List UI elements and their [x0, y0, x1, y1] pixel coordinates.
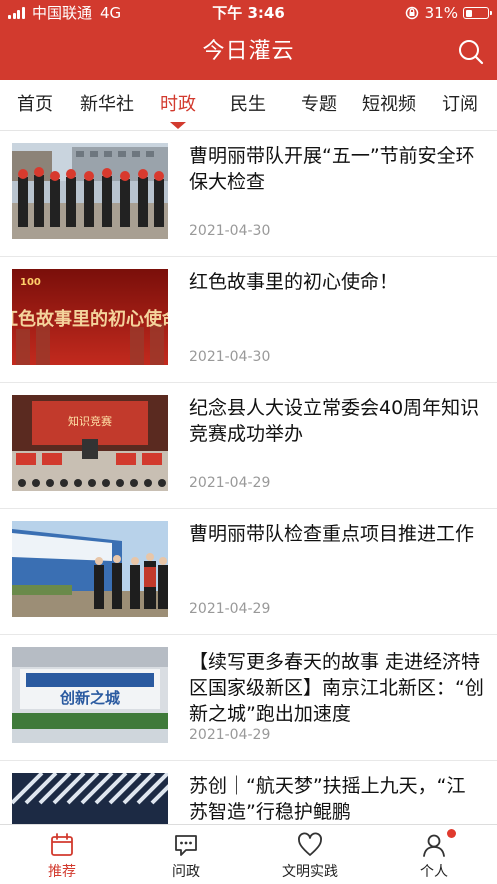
nav-label: 推荐	[48, 864, 76, 880]
person-icon	[423, 834, 445, 857]
news-title: 曹明丽带队开展“五一”节前安全环保大检查	[189, 145, 475, 193]
news-thumbnail	[12, 521, 168, 617]
news-thumbnail: 知识竞赛	[12, 395, 168, 491]
active-tab-indicator	[170, 122, 186, 129]
news-item[interactable]: 曹明丽带队开展“五一”节前安全环保大检查 2021-04-30	[0, 131, 497, 257]
nav-civilization[interactable]: 文明实践	[248, 825, 372, 884]
news-title: 纪念县人大设立常委会40周年知识竞赛成功举办	[189, 397, 480, 445]
nav-label: 个人	[420, 864, 448, 880]
nav-profile[interactable]: 个人	[372, 825, 496, 884]
search-icon[interactable]	[457, 38, 485, 66]
news-title: 曹明丽带队检查重点项目推进工作	[189, 523, 475, 545]
notification-badge	[447, 829, 456, 838]
news-title: 苏创｜“航天梦”扶摇上九天，“江苏智造”行稳护鲲鹏	[189, 775, 466, 823]
news-title: 红色故事里的初心使命！	[189, 271, 399, 293]
news-thumbnail: 红色故事里的初心使命 100	[12, 269, 168, 365]
tab-topics[interactable]: 专题	[289, 80, 349, 130]
tab-home[interactable]: 首页	[5, 80, 65, 130]
news-date: 2021-04-29	[189, 601, 271, 617]
tab-politics[interactable]: 时政	[148, 80, 208, 130]
category-tabs: 首页 新华社 时政 民生 专题 短视频 订阅	[0, 80, 497, 131]
tab-xinhua[interactable]: 新华社	[76, 80, 138, 130]
tab-short-video[interactable]: 短视频	[357, 80, 421, 130]
thumbnail-caption: 知识竞赛	[68, 414, 112, 428]
news-thumbnail	[12, 773, 168, 824]
battery-icon	[463, 7, 492, 19]
news-date: 2021-04-29	[189, 727, 271, 743]
battery-percent: 31%	[424, 4, 458, 22]
news-date: 2021-04-29	[189, 475, 271, 491]
news-date: 2021-04-30	[189, 349, 271, 365]
heart-icon	[298, 832, 322, 856]
news-date: 2021-04-30	[189, 223, 271, 239]
news-item[interactable]: 红色故事里的初心使命 100 红色故事里的初心使命！ 2021-04-30	[0, 257, 497, 383]
svg-text:100: 100	[20, 277, 41, 288]
nav-recommend[interactable]: 推荐	[0, 825, 124, 884]
status-bar: 中国联通 4G 下午 3:46 31%	[0, 0, 497, 26]
tab-subscribe[interactable]: 订阅	[430, 80, 490, 130]
news-item[interactable]: 曹明丽带队检查重点项目推进工作 2021-04-29	[0, 509, 497, 635]
nav-label: 问政	[172, 864, 200, 880]
news-thumbnail	[12, 143, 168, 239]
app-title: 今日灌云	[202, 39, 295, 64]
chat-icon	[175, 835, 197, 856]
thumbnail-caption: 红色故事里的初心使命	[12, 308, 168, 330]
nav-label: 文明实践	[282, 864, 338, 880]
calendar-icon	[51, 833, 73, 856]
news-item[interactable]: 创新之城 【续写更多春天的故事 走进经济特区国家级新区】南京江北新区：“创新之城…	[0, 635, 497, 761]
tab-livelihood[interactable]: 民生	[218, 80, 278, 130]
thumbnail-caption: 创新之城	[59, 689, 120, 707]
app-header: 中国联通 4G 下午 3:46 31% 今日灌云	[0, 0, 497, 80]
nav-inquiry[interactable]: 问政	[124, 825, 248, 884]
status-right: 31%	[405, 0, 492, 26]
bottom-tab-bar: 推荐 问政 文明实践 个人	[0, 824, 497, 884]
news-item[interactable]: 知识竞赛 纪念县人大设立常委会40周年知识竞赛成功举办 2021-04-29	[0, 383, 497, 509]
news-list: 曹明丽带队开展“五一”节前安全环保大检查 2021-04-30 红色故事里的初心…	[0, 131, 497, 824]
orientation-lock-icon	[405, 6, 418, 20]
news-thumbnail: 创新之城	[12, 647, 168, 743]
news-item[interactable]: 苏创｜“航天梦”扶摇上九天，“江苏智造”行稳护鲲鹏	[0, 761, 497, 824]
news-title: 【续写更多春天的故事 走进经济特区国家级新区】南京江北新区：“创新之城”跑出加速…	[189, 651, 484, 725]
